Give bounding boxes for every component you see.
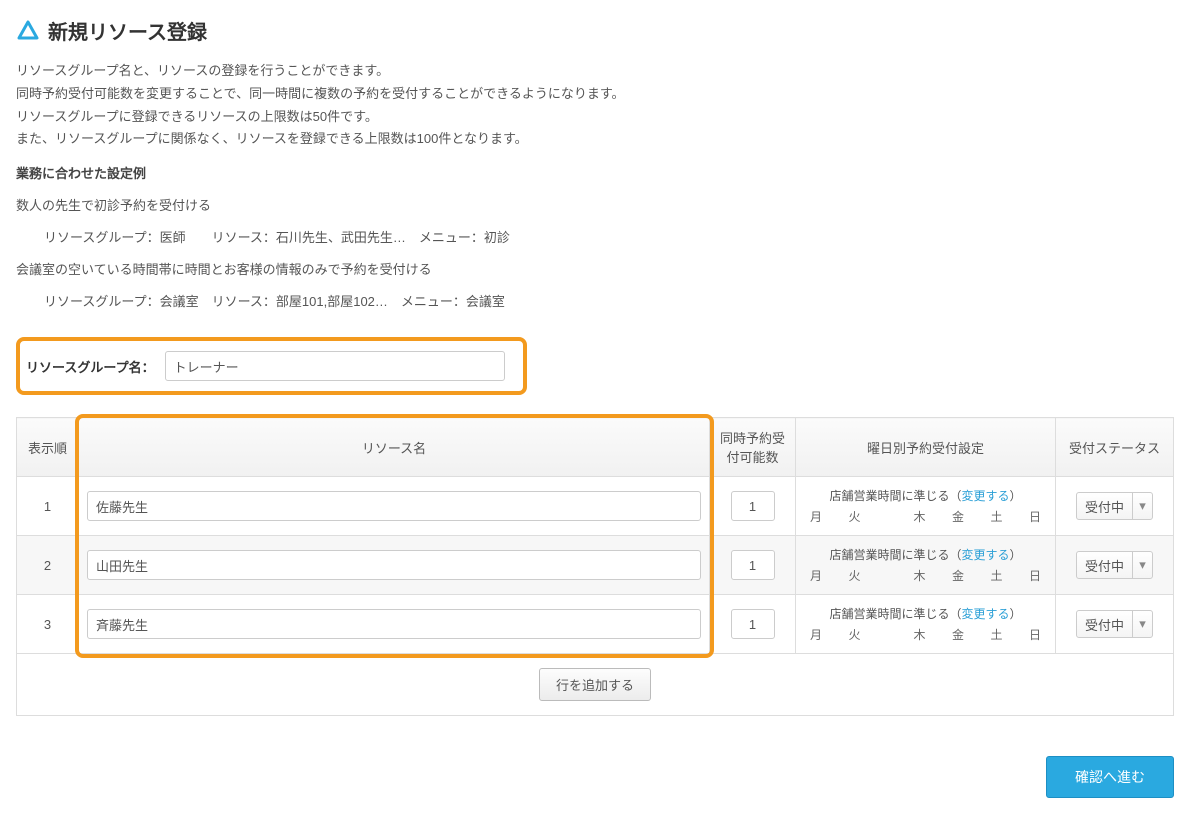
count-input[interactable] bbox=[731, 491, 775, 521]
group-name-label: リソースグループ名： bbox=[26, 357, 155, 376]
table-row: 1 店舗営業時間に準じる（変更する） 月 火 木 金 土 日 bbox=[17, 477, 1174, 536]
status-cell: 受付中 ▾ bbox=[1056, 595, 1174, 654]
order-cell: 3 bbox=[17, 595, 79, 654]
days-cell: 店舗営業時間に準じる（変更する） 月 火 木 金 土 日 bbox=[796, 595, 1056, 654]
days-cell: 店舗営業時間に準じる（変更する） 月 火 木 金 土 日 bbox=[796, 477, 1056, 536]
examples-block: 業務に合わせた設定例 数人の先生で初診予約を受付ける リソースグループ：医師 リ… bbox=[16, 163, 1174, 310]
example-line: 数人の先生で初診予約を受付ける bbox=[16, 195, 1174, 214]
day-labels: 月 火 木 金 土 日 bbox=[804, 567, 1047, 584]
desc-line: リソースグループ名と、リソースの登録を行うことができます。 bbox=[16, 61, 1174, 82]
resource-name-input[interactable] bbox=[87, 491, 701, 521]
th-status: 受付ステータス bbox=[1056, 418, 1174, 477]
description-block: リソースグループ名と、リソースの登録を行うことができます。 同時予約受付可能数を… bbox=[16, 61, 1174, 150]
submit-button[interactable]: 確認へ進む bbox=[1046, 756, 1174, 798]
desc-line: 同時予約受付可能数を変更することで、同一時間に複数の予約を受付することができるよ… bbox=[16, 84, 1174, 105]
example-line: 会議室の空いている時間帯に時間とお客様の情報のみで予約を受付ける bbox=[16, 259, 1174, 278]
days-cell: 店舗営業時間に準じる（変更する） 月 火 木 金 土 日 bbox=[796, 536, 1056, 595]
order-cell: 1 bbox=[17, 477, 79, 536]
resource-name-input[interactable] bbox=[87, 609, 701, 639]
status-select[interactable]: 受付中 ▾ bbox=[1076, 492, 1153, 520]
resource-name-input[interactable] bbox=[87, 550, 701, 580]
example-line: リソースグループ：医師 リソース：石川先生、武田先生… メニュー：初診 bbox=[44, 227, 1174, 246]
resource-table: 表示順 リソース名 同時予約受付可能数 曜日別予約受付設定 受付ステータス 1 … bbox=[16, 417, 1174, 716]
status-cell: 受付中 ▾ bbox=[1056, 536, 1174, 595]
status-select[interactable]: 受付中 ▾ bbox=[1076, 551, 1153, 579]
table-row: 2 店舗営業時間に準じる（変更する） 月 火 木 金 土 日 bbox=[17, 536, 1174, 595]
name-cell bbox=[79, 536, 710, 595]
th-order: 表示順 bbox=[17, 418, 79, 477]
count-cell bbox=[710, 477, 796, 536]
th-count: 同時予約受付可能数 bbox=[710, 418, 796, 477]
day-labels: 月 火 木 金 土 日 bbox=[804, 626, 1047, 643]
th-days: 曜日別予約受付設定 bbox=[796, 418, 1056, 477]
desc-line: また、リソースグループに関係なく、リソースを登録できる上限数は100件となります… bbox=[16, 129, 1174, 150]
count-input[interactable] bbox=[731, 609, 775, 639]
triangle-logo-icon bbox=[16, 19, 40, 43]
examples-title: 業務に合わせた設定例 bbox=[16, 163, 1174, 182]
change-days-link[interactable]: 変更する bbox=[961, 607, 1009, 621]
group-name-input[interactable] bbox=[165, 351, 505, 381]
chevron-down-icon: ▾ bbox=[1132, 611, 1152, 637]
example-line: リソースグループ：会議室 リソース：部屋101,部屋102… メニュー：会議室 bbox=[44, 291, 1174, 310]
status-cell: 受付中 ▾ bbox=[1056, 477, 1174, 536]
chevron-down-icon: ▾ bbox=[1132, 493, 1152, 519]
name-cell bbox=[79, 595, 710, 654]
count-cell bbox=[710, 536, 796, 595]
add-row-button[interactable]: 行を追加する bbox=[539, 668, 651, 701]
table-row: 3 店舗営業時間に準じる（変更する） 月 火 木 金 土 日 bbox=[17, 595, 1174, 654]
order-cell: 2 bbox=[17, 536, 79, 595]
th-name: リソース名 bbox=[79, 418, 710, 477]
change-days-link[interactable]: 変更する bbox=[961, 489, 1009, 503]
desc-line: リソースグループに登録できるリソースの上限数は50件です。 bbox=[16, 107, 1174, 128]
status-select[interactable]: 受付中 ▾ bbox=[1076, 610, 1153, 638]
count-cell bbox=[710, 595, 796, 654]
group-name-highlight: リソースグループ名： bbox=[16, 337, 527, 395]
chevron-down-icon: ▾ bbox=[1132, 552, 1152, 578]
name-cell bbox=[79, 477, 710, 536]
day-labels: 月 火 木 金 土 日 bbox=[804, 508, 1047, 525]
page-title: 新規リソース登録 bbox=[48, 16, 207, 45]
change-days-link[interactable]: 変更する bbox=[961, 548, 1009, 562]
count-input[interactable] bbox=[731, 550, 775, 580]
